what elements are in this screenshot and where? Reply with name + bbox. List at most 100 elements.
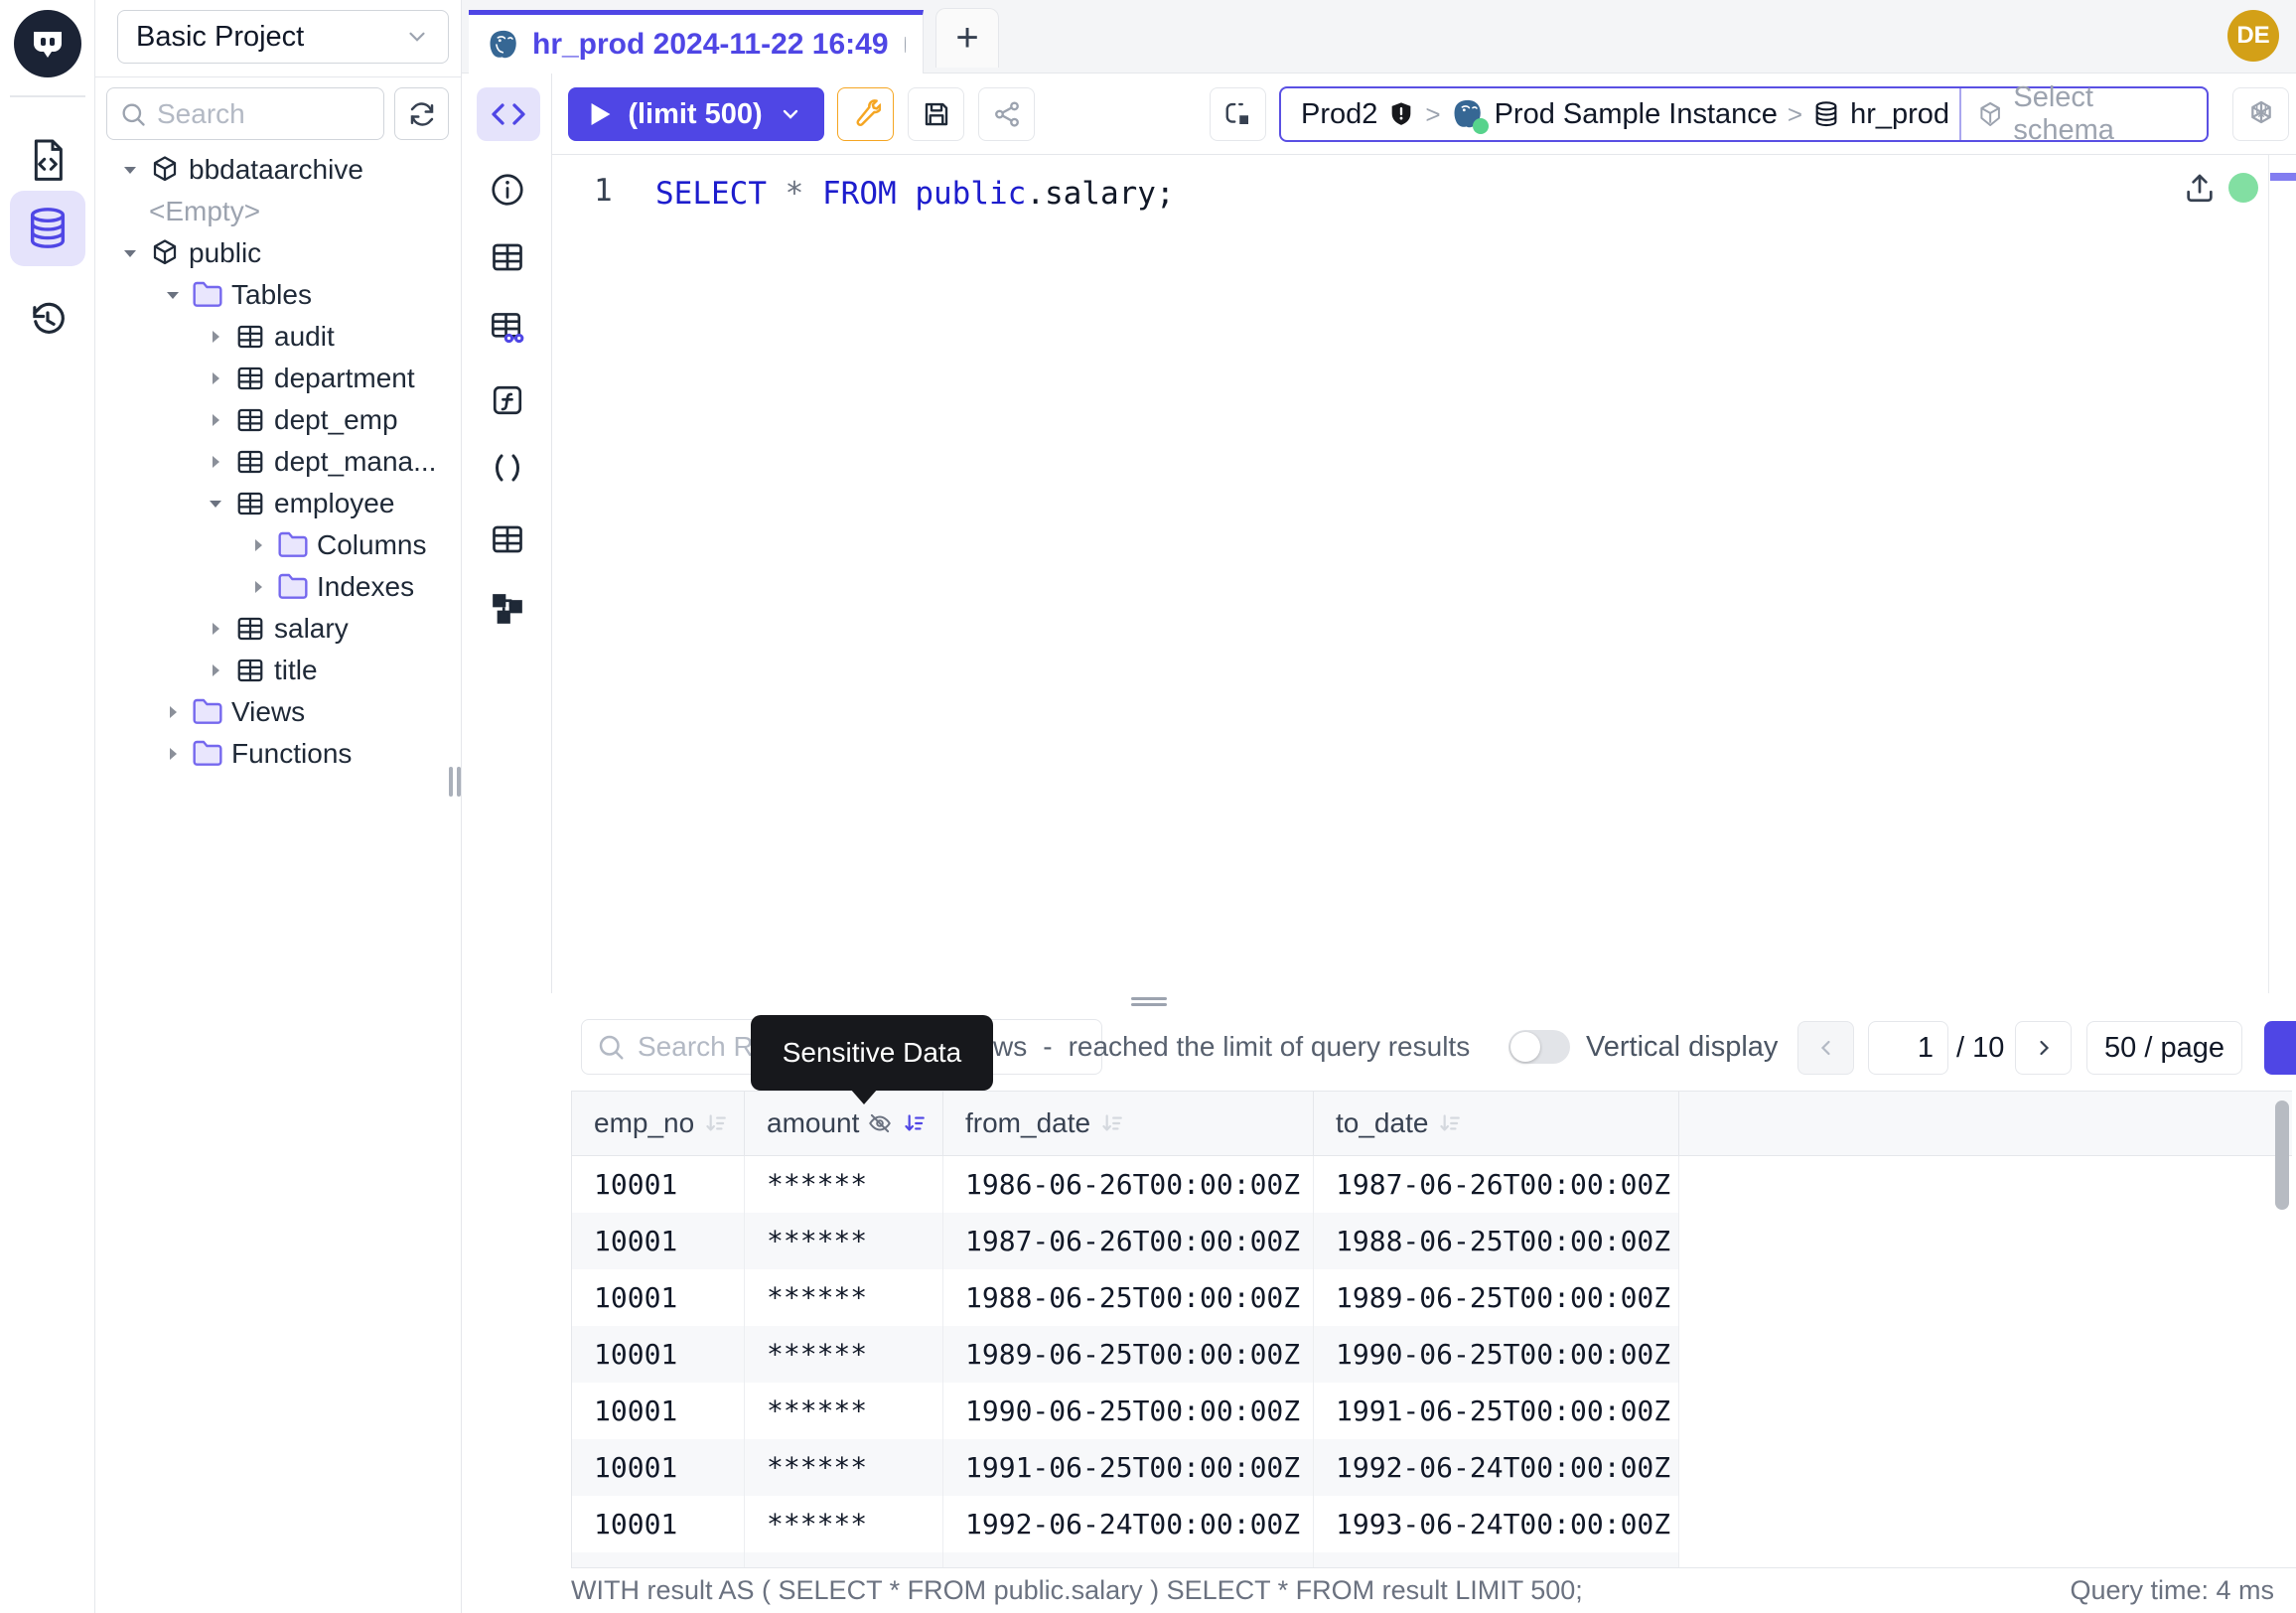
tree-item-salary[interactable]: salary: [95, 608, 462, 650]
tree-caret[interactable]: [203, 494, 228, 513]
table-cell[interactable]: ******: [745, 1213, 943, 1269]
table-scrollbar-thumb[interactable]: [2275, 1100, 2289, 1210]
table-row[interactable]: 10001******1990-06-25T00:00:00Z1991-06-2…: [572, 1383, 2292, 1439]
database-icon[interactable]: [10, 191, 85, 266]
breadcrumb-instance[interactable]: Prod Sample Instance: [1441, 97, 1788, 131]
bytebase-logo[interactable]: [14, 10, 81, 77]
search-input[interactable]: [157, 98, 356, 130]
new-tab-button[interactable]: +: [935, 8, 999, 68]
tree-item-audit[interactable]: audit: [95, 316, 462, 358]
masked-table-icon[interactable]: [489, 310, 526, 348]
tree-caret[interactable]: [117, 160, 143, 180]
table-cell[interactable]: 1990-06-25T00:00:00Z: [943, 1383, 1314, 1439]
tree-caret[interactable]: [160, 744, 186, 764]
table-row[interactable]: 10001******1992-06-24T00:00:00Z1993-06-2…: [572, 1496, 2292, 1552]
page-number-input[interactable]: [1868, 1021, 1948, 1075]
sort-icon[interactable]: [1098, 1110, 1124, 1136]
functions-panel-icon[interactable]: [489, 381, 526, 419]
tree-caret[interactable]: [245, 535, 271, 555]
table-cell[interactable]: 1992-06-24T00:00:00Z: [1314, 1439, 1679, 1496]
tables-panel-icon[interactable]: [489, 238, 526, 276]
vertical-display-toggle[interactable]: [1508, 1030, 1570, 1064]
tree-caret[interactable]: [203, 327, 228, 347]
tree-caret[interactable]: [203, 452, 228, 472]
tree-item-public[interactable]: public: [95, 232, 462, 274]
table-cell[interactable]: 10001: [572, 1269, 745, 1326]
tree-item-indexes[interactable]: Indexes: [95, 566, 462, 608]
tree-item-views[interactable]: Views: [95, 691, 462, 733]
column-header-to_date[interactable]: to_date: [1314, 1092, 1679, 1155]
sql-editor[interactable]: 1 SELECT * FROM public.salary;: [552, 155, 2296, 993]
table-cell[interactable]: ******: [745, 1439, 943, 1496]
views-panel-icon[interactable]: [489, 520, 526, 558]
table-cell[interactable]: 1991-06-25T00:00:00Z: [943, 1439, 1314, 1496]
tree-item-employee[interactable]: employee: [95, 483, 462, 524]
table-cell[interactable]: 10001: [572, 1213, 745, 1269]
table-cell[interactable]: 1989-06-25T00:00:00Z: [1314, 1269, 1679, 1326]
tree-caret[interactable]: [245, 577, 271, 597]
sidebar-search[interactable]: [106, 87, 384, 140]
history-icon[interactable]: [10, 282, 85, 358]
breadcrumb-database[interactable]: hr_prod: [1802, 98, 1959, 131]
ai-assistant-button[interactable]: [2232, 87, 2289, 141]
prev-page-button[interactable]: [1797, 1021, 1854, 1075]
export-button[interactable]: [2264, 1021, 2296, 1075]
tree-caret[interactable]: [203, 660, 228, 680]
breadcrumb-environment[interactable]: Prod2: [1281, 98, 1425, 131]
schema-diagram-icon[interactable]: [489, 590, 526, 628]
panel-resize-handle[interactable]: [571, 993, 2296, 1010]
upload-sheet-icon[interactable]: [2183, 171, 2217, 205]
sort-icon[interactable]: [702, 1110, 728, 1136]
refresh-button[interactable]: [394, 87, 449, 140]
select-schema[interactable]: Select schema: [1959, 88, 2207, 140]
tree-item-columns[interactable]: Columns: [95, 524, 462, 566]
table-cell[interactable]: 1988-06-25T00:00:00Z: [1314, 1213, 1679, 1269]
table-cell[interactable]: ******: [745, 1383, 943, 1439]
share-button[interactable]: [978, 87, 1035, 141]
table-cell[interactable]: 1993-06-24T00:00:00Z: [943, 1552, 1314, 1567]
sidebar-resize-handle[interactable]: [449, 767, 463, 797]
table-cell[interactable]: 10001: [572, 1326, 745, 1383]
sort-icon[interactable]: [901, 1110, 927, 1136]
avatar[interactable]: DE: [2227, 10, 2279, 62]
tree-item-functions[interactable]: Functions: [95, 733, 462, 775]
table-cell[interactable]: ******: [745, 1552, 943, 1567]
code-mode-button[interactable]: [477, 87, 540, 141]
column-header-emp_no[interactable]: emp_no: [572, 1092, 745, 1155]
table-row[interactable]: 10001******1988-06-25T00:00:00Z1989-06-2…: [572, 1269, 2292, 1326]
page-size-select[interactable]: 50 / page: [2086, 1021, 2242, 1075]
table-cell[interactable]: 10001: [572, 1383, 745, 1439]
tree-caret[interactable]: [160, 702, 186, 722]
tree-caret[interactable]: [203, 410, 228, 430]
column-header-from_date[interactable]: from_date: [943, 1092, 1314, 1155]
tree-caret[interactable]: [203, 368, 228, 388]
tree-item-title[interactable]: title: [95, 650, 462, 691]
column-header-amount[interactable]: amount: [745, 1092, 943, 1155]
table-row[interactable]: 10001******1989-06-25T00:00:00Z1990-06-2…: [572, 1326, 2292, 1383]
table-cell[interactable]: ******: [745, 1496, 943, 1552]
tree-item-department[interactable]: department: [95, 358, 462, 399]
tree-item--empty-[interactable]: <Empty>: [95, 191, 462, 232]
tree-item-dept-emp[interactable]: dept_emp: [95, 399, 462, 441]
tree-item-bbdataarchive[interactable]: bbdataarchive: [95, 149, 462, 191]
table-cell[interactable]: 1992-06-24T00:00:00Z: [943, 1496, 1314, 1552]
save-button[interactable]: [908, 87, 964, 141]
table-cell[interactable]: ******: [745, 1326, 943, 1383]
table-cell[interactable]: ******: [745, 1269, 943, 1326]
table-row[interactable]: 10001******1993-06-24T00:00:00Z1994-06-2…: [572, 1552, 2292, 1567]
info-icon[interactable]: [489, 171, 526, 209]
table-cell[interactable]: 1994-06-24T00:00:00Z: [1314, 1552, 1679, 1567]
connection-panel-button[interactable]: [1210, 87, 1266, 141]
table-row[interactable]: 10001******1991-06-25T00:00:00Z1992-06-2…: [572, 1439, 2292, 1496]
format-sql-button[interactable]: [837, 87, 894, 141]
next-page-button[interactable]: [2015, 1021, 2072, 1075]
project-selector[interactable]: Basic Project: [117, 10, 449, 64]
worksheet-code-icon[interactable]: [10, 123, 85, 199]
table-cell[interactable]: 1988-06-25T00:00:00Z: [943, 1269, 1314, 1326]
tree-caret[interactable]: [203, 619, 228, 639]
connection-breadcrumb[interactable]: Prod2 > Prod Sample Instance >: [1279, 86, 2209, 142]
procedures-panel-icon[interactable]: [489, 449, 526, 487]
chevron-down-icon[interactable]: [779, 102, 802, 126]
table-cell[interactable]: ******: [745, 1156, 943, 1213]
tree-item-tables[interactable]: Tables: [95, 274, 462, 316]
